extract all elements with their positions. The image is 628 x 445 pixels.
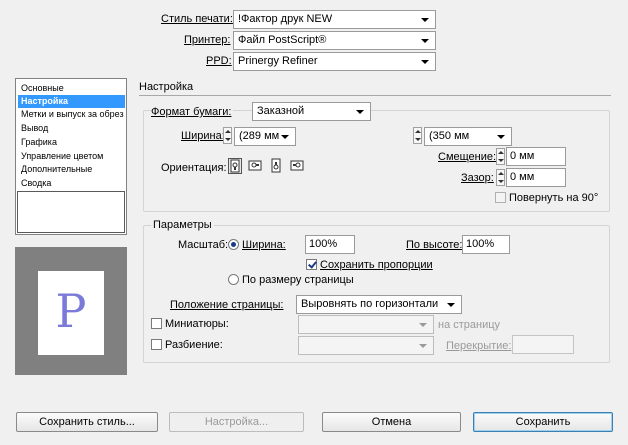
sidebar-item-color-management[interactable]: Управление цветом xyxy=(18,150,125,163)
print-style-dropdown[interactable]: !Фактор друк NEW xyxy=(233,10,436,29)
setup-button[interactable]: Настройка... xyxy=(169,412,304,432)
sidebar-item-label: Управление цветом xyxy=(21,151,104,161)
keep-proportions-checkbox[interactable] xyxy=(306,259,317,270)
orientation-label: Ориентация: xyxy=(161,162,227,174)
paper-format-label: Формат бумаги: xyxy=(151,105,234,119)
chevron-down-icon xyxy=(447,303,455,307)
chevron-down-icon xyxy=(356,110,364,114)
params-title: Параметры xyxy=(151,218,214,232)
gap-stepper[interactable] xyxy=(496,169,505,186)
sidebar-item-label: Метки и выпуск за обрез xyxy=(21,109,124,119)
paper-format-value: Заказной xyxy=(257,105,305,117)
sidebar-item-setup[interactable]: Настройка xyxy=(18,95,125,108)
tiling-label: Разбиение: xyxy=(165,339,223,351)
ppd-label: PPD: xyxy=(206,55,232,67)
orientation-reverse-portrait-icon[interactable] xyxy=(269,158,283,174)
sidebar-item-basic[interactable]: Основные xyxy=(18,82,125,95)
paper-format-dropdown[interactable]: Заказной xyxy=(252,102,371,121)
ppd-value: Prinergy Refiner xyxy=(238,55,318,67)
sidebar-item-label: Настройка xyxy=(21,96,68,106)
chevron-down-icon xyxy=(281,135,289,139)
section-divider xyxy=(139,95,611,96)
width-stepper[interactable] xyxy=(223,127,232,144)
sidebar-list: Основные Настройка Метки и выпуск за обр… xyxy=(15,78,127,235)
per-page-label: на страницу xyxy=(438,319,501,331)
sidebar-item-output[interactable]: Вывод xyxy=(18,122,125,135)
tiling-dropdown[interactable] xyxy=(298,336,434,355)
sidebar-frame xyxy=(17,191,125,233)
sidebar-item-label: Дополнительные xyxy=(21,164,93,174)
scale-width-label: Ширина: xyxy=(242,239,286,251)
chevron-down-icon xyxy=(419,344,427,348)
page-position-label: Положение страницы: xyxy=(170,299,284,311)
sidebar-item-label: Основные xyxy=(21,83,64,93)
chevron-down-icon xyxy=(421,39,429,43)
page-position-dropdown[interactable]: Выровнять по горизонтали xyxy=(296,295,462,314)
scale-height-field[interactable]: 100% xyxy=(462,235,510,254)
height-stepper[interactable] xyxy=(413,127,422,144)
height-field[interactable]: (350 мм xyxy=(424,127,512,146)
thumbnails-dropdown[interactable] xyxy=(298,315,434,334)
orientation-landscape-icon[interactable] xyxy=(248,158,262,174)
sidebar-item-label: Графика xyxy=(21,137,57,147)
save-style-button[interactable]: Сохранить стиль... xyxy=(16,412,158,432)
sidebar-item-label: Вывод xyxy=(21,123,49,133)
keep-proportions-label: Сохранить пропорции xyxy=(320,259,433,271)
offset-stepper[interactable] xyxy=(496,148,505,165)
ppd-dropdown[interactable]: Prinergy Refiner xyxy=(233,52,436,71)
orientation-reverse-landscape-icon[interactable] xyxy=(290,158,304,174)
print-style-value: !Фактор друк NEW xyxy=(238,13,333,25)
gap-field[interactable]: 0 мм xyxy=(506,168,566,187)
tiling-checkbox[interactable] xyxy=(151,339,162,350)
scale-height-label: По высоте: xyxy=(406,239,463,251)
width-label: Ширина: xyxy=(181,130,225,142)
fit-page-label: По размеру страницы xyxy=(242,274,354,286)
page-preview: P xyxy=(15,247,127,375)
offset-label: Смещение: xyxy=(438,151,497,163)
sidebar-item-marks-bleed[interactable]: Метки и выпуск за обрез xyxy=(18,108,125,121)
cancel-button[interactable]: Отмена xyxy=(322,412,461,432)
overlap-label: Перекрытие: xyxy=(446,340,512,352)
preview-page: P xyxy=(38,271,104,355)
orientation-portrait-icon[interactable] xyxy=(228,158,242,174)
width-value: (289 мм xyxy=(239,130,280,142)
chevron-down-icon xyxy=(421,18,429,22)
scale-label: Масштаб: xyxy=(178,239,229,251)
width-field[interactable]: (289 мм xyxy=(234,127,296,146)
preview-letter: P xyxy=(55,284,87,338)
rotate-label: Повернуть на 90° xyxy=(509,192,599,204)
height-value: (350 мм xyxy=(429,130,470,142)
offset-field[interactable]: 0 мм xyxy=(506,147,566,166)
printer-dropdown[interactable]: Файл PostScript® xyxy=(233,31,436,50)
scale-width-field[interactable]: 100% xyxy=(305,235,355,254)
sidebar-item-advanced[interactable]: Дополнительные xyxy=(18,163,125,176)
sidebar-item-graphics[interactable]: Графика xyxy=(18,136,125,149)
chevron-down-icon xyxy=(421,60,429,64)
fit-page-radio[interactable] xyxy=(228,274,239,285)
sidebar-item-summary[interactable]: Сводка xyxy=(18,177,125,190)
print-style-label: Стиль печати: xyxy=(161,13,233,25)
scale-width-radio[interactable] xyxy=(228,239,239,250)
printer-value: Файл PostScript® xyxy=(238,34,327,46)
thumbnails-label: Миниатюры: xyxy=(165,318,229,330)
chevron-down-icon xyxy=(419,323,427,327)
section-title: Настройка xyxy=(139,81,194,93)
rotate-checkbox[interactable] xyxy=(495,192,506,203)
page-position-value: Выровнять по горизонтали xyxy=(301,298,439,310)
overlap-field[interactable] xyxy=(512,335,574,354)
save-button[interactable]: Сохранить xyxy=(473,412,613,432)
thumbnails-checkbox[interactable] xyxy=(151,318,162,329)
sidebar-item-label: Сводка xyxy=(21,178,52,188)
chevron-down-icon xyxy=(497,135,505,139)
gap-label: Зазор: xyxy=(461,172,494,184)
printer-label: Принтер: xyxy=(184,34,231,46)
